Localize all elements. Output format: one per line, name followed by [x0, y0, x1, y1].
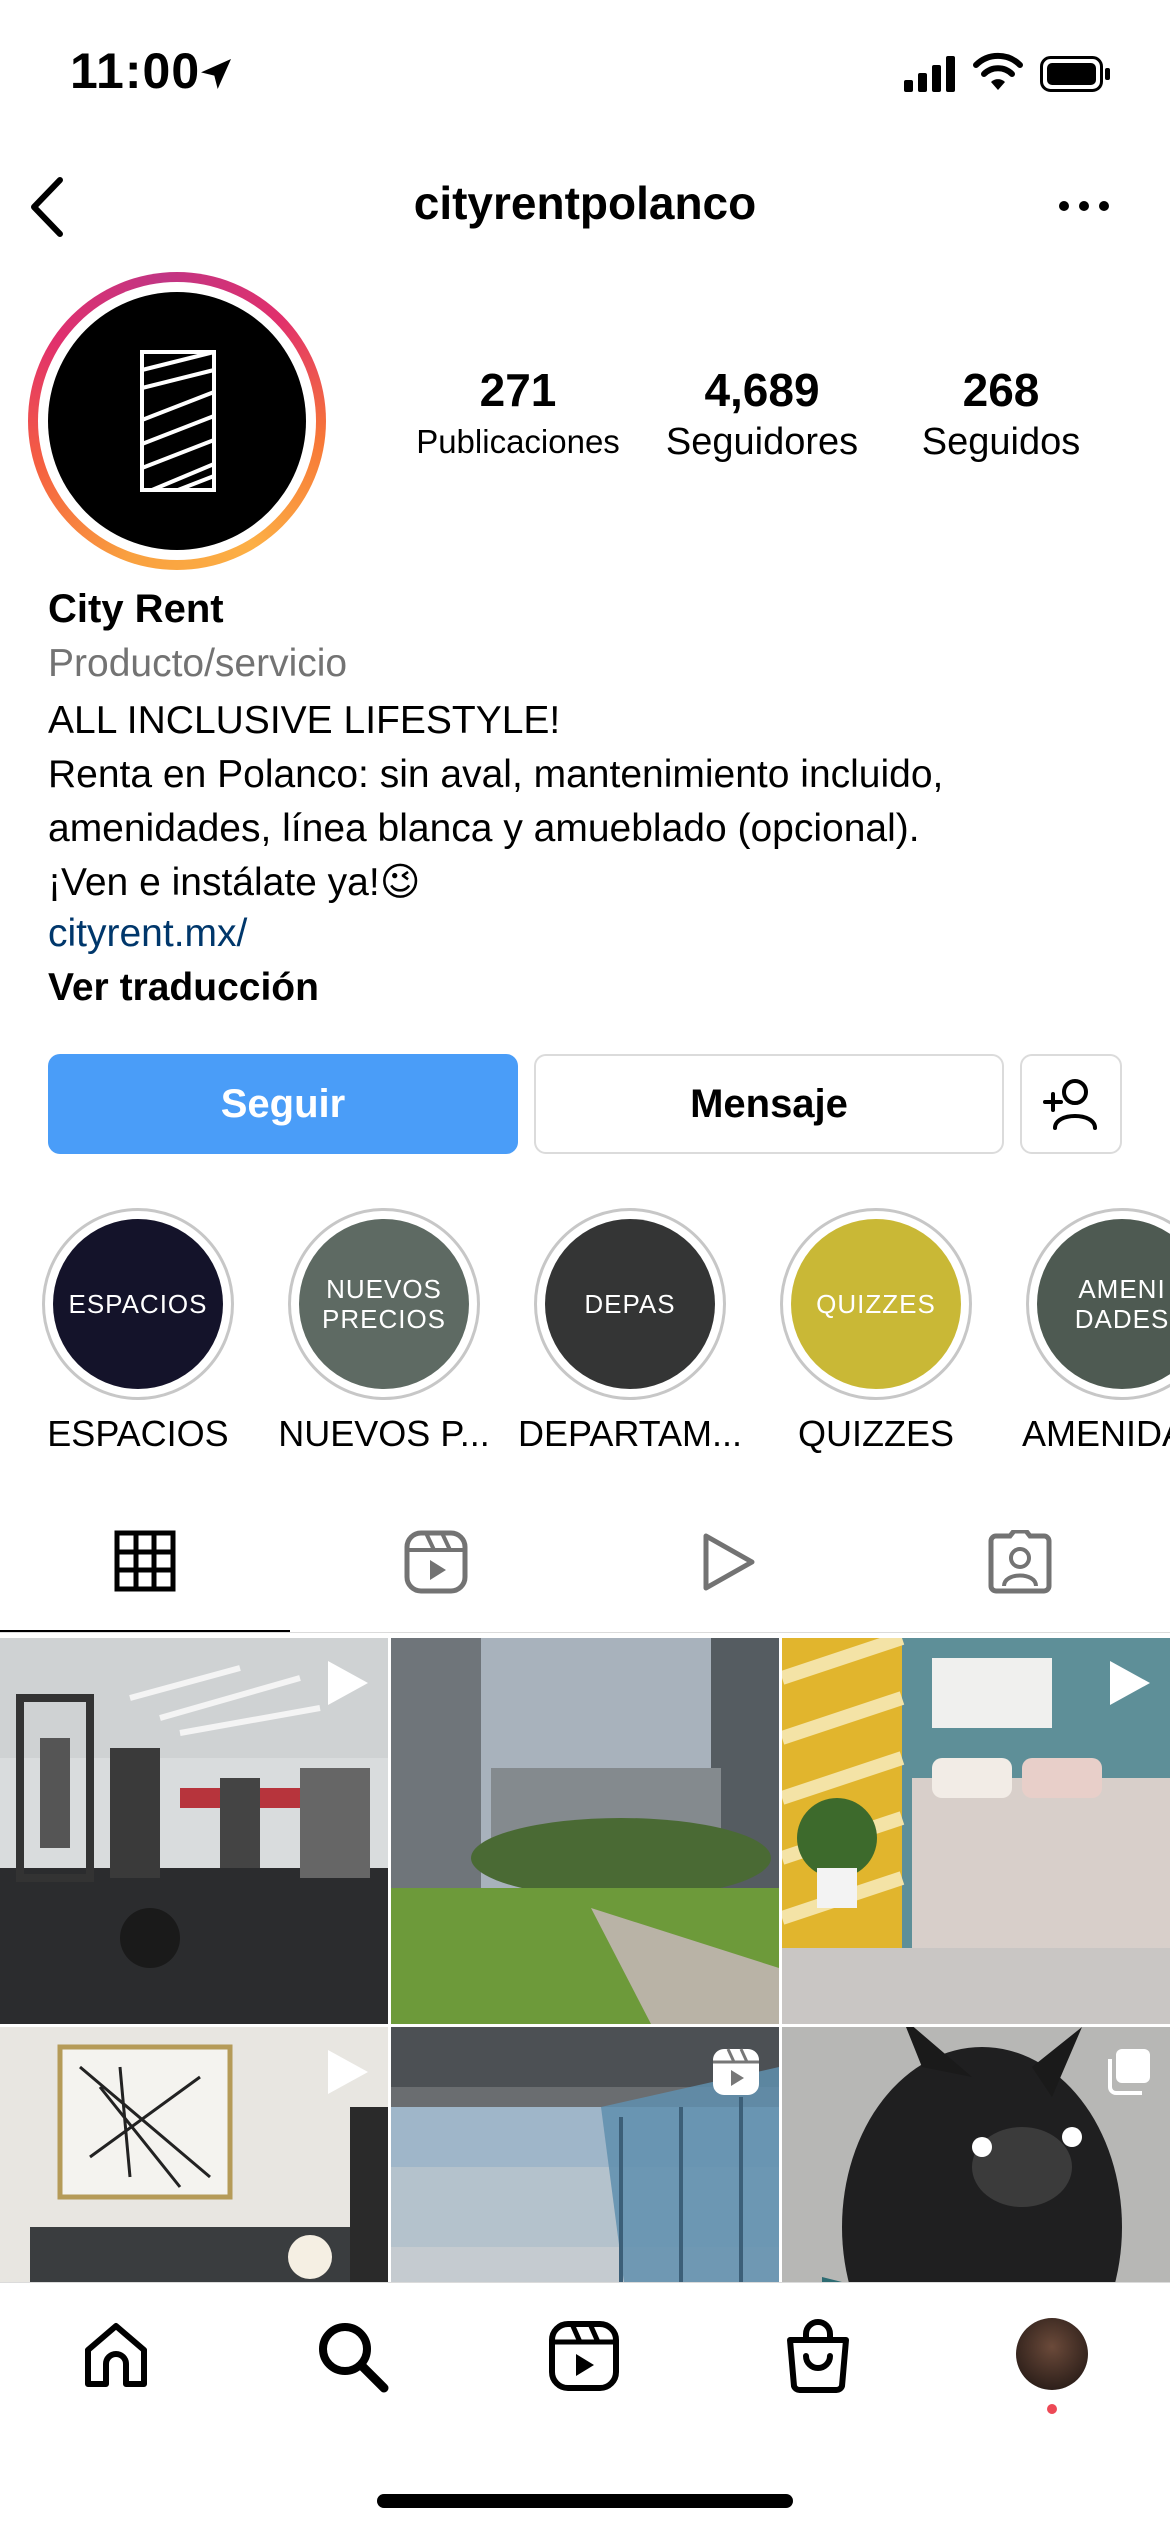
highlight-cover: DEPAS — [545, 1219, 715, 1389]
following-count: 268 — [962, 364, 1040, 416]
reels-icon[interactable] — [548, 2320, 620, 2392]
follow-button[interactable]: Seguir — [48, 1054, 518, 1154]
followers-count: 4,689 — [704, 364, 820, 416]
profile-avatar[interactable] — [1016, 2318, 1088, 2390]
see-translation-link[interactable]: Ver traducción — [48, 966, 1128, 1010]
posts-count: 271 — [479, 364, 557, 416]
brand-logo-icon — [140, 350, 216, 492]
reel-icon — [711, 2047, 761, 2097]
posts-stat[interactable]: 271 Publicaciones — [408, 362, 628, 466]
grid-icon — [114, 1530, 176, 1592]
highlight-nuevos-precios[interactable]: NUEVOS PRECIOS NUEVOS P... — [278, 1208, 490, 1454]
add-person-icon — [1043, 1079, 1097, 1130]
profile-avatar-ring[interactable] — [28, 272, 326, 570]
highlight-espacios[interactable]: ESPACIOS ESPACIOS — [38, 1208, 238, 1454]
followers-label: Seguidores — [665, 421, 859, 463]
video-icon — [324, 1658, 370, 1708]
tabs-divider — [0, 1632, 1170, 1633]
tagged-tab[interactable] — [988, 1530, 1052, 1596]
location-arrow-icon — [196, 54, 236, 94]
bio-line: Renta en Polanco: sin aval, mantenimient… — [48, 753, 944, 796]
profile-avatar — [48, 292, 306, 550]
video-icon — [1106, 1658, 1152, 1708]
more-options-icon[interactable] — [1058, 196, 1110, 216]
following-label: Seguidos — [921, 421, 1081, 463]
tagged-person-icon — [988, 1530, 1052, 1594]
bio-line: amenidades, línea blanca y amueblado (op… — [48, 807, 920, 850]
highlight-quizzes[interactable]: QUIZZES QUIZZES — [776, 1208, 976, 1454]
highlight-label: AMENIDA — [1022, 1413, 1170, 1454]
bio-line: ¡Ven e instálate ya!😉 — [48, 861, 421, 904]
bio-website-link[interactable]: cityrent.mx/ — [48, 912, 1128, 956]
home-icon[interactable] — [80, 2320, 152, 2392]
profile-category: Producto/servicio — [48, 642, 348, 685]
shop-icon[interactable] — [782, 2318, 854, 2394]
play-icon — [703, 1533, 755, 1591]
highlight-departamentos[interactable]: DEPAS DEPARTAM... — [518, 1208, 742, 1454]
search-icon[interactable] — [314, 2318, 390, 2394]
home-indicator — [377, 2494, 793, 2508]
highlight-cover: ESPACIOS — [53, 1219, 223, 1389]
signal-icon — [904, 56, 960, 92]
following-stat[interactable]: 268 Seguidos — [896, 362, 1106, 466]
video-icon — [324, 2047, 370, 2097]
highlight-cover: QUIZZES — [791, 1219, 961, 1389]
profile-display-name: City Rent — [48, 587, 224, 631]
reels-icon — [404, 1530, 468, 1594]
message-button[interactable]: Mensaje — [534, 1054, 1004, 1154]
highlight-cover: NUEVOS PRECIOS — [299, 1219, 469, 1389]
suggested-accounts-button[interactable] — [1020, 1054, 1122, 1154]
followers-stat[interactable]: 4,689 Seguidores — [640, 362, 884, 466]
posts-label: Publicaciones — [416, 423, 620, 460]
notification-dot — [1047, 2404, 1057, 2414]
videos-tab[interactable] — [698, 1530, 758, 1596]
wifi-icon — [972, 52, 1024, 92]
carousel-icon — [1104, 2047, 1152, 2095]
highlight-amenidades[interactable]: AMENI DADES AMENIDA — [1022, 1208, 1170, 1468]
highlight-label: QUIZZES — [797, 1413, 954, 1454]
grid-tab[interactable] — [114, 1530, 176, 1596]
highlight-cover: AMENI DADES — [1037, 1219, 1170, 1389]
status-time: 11:00 — [70, 43, 201, 99]
post-thumbnail-garden[interactable] — [391, 1638, 779, 2024]
post-thumbnail-bedroom[interactable] — [782, 1638, 1170, 2024]
post-thumbnail-gym[interactable] — [0, 1638, 388, 2024]
reels-tab[interactable] — [404, 1530, 468, 1596]
bio-line: ALL INCLUSIVE LIFESTYLE! — [48, 699, 561, 742]
profile-username: cityrentpolanco — [413, 177, 757, 229]
battery-icon — [1040, 56, 1112, 92]
